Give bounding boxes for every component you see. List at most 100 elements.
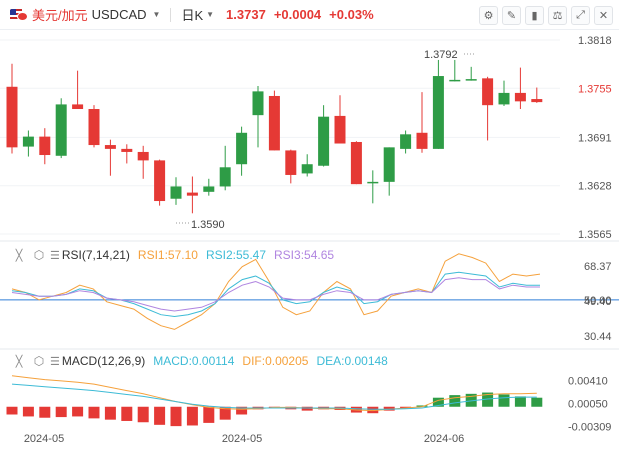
candle-body: [154, 160, 166, 202]
collapse-icon[interactable]: ╳: [12, 355, 26, 368]
candle-body: [416, 132, 428, 149]
low-annotation: 1.3590: [191, 219, 225, 231]
candle-body: [252, 91, 264, 116]
macd-bar: [72, 406, 84, 417]
candle-body: [482, 78, 494, 106]
candle-body: [367, 181, 379, 184]
high-annotation: 1.3792: [424, 49, 458, 61]
candle-body: [219, 167, 231, 187]
macd-bar: [55, 406, 67, 418]
settings-icon[interactable]: ⚙: [479, 6, 498, 25]
candle-body: [268, 95, 280, 151]
candle-body: [350, 141, 362, 185]
candle-body: [236, 132, 248, 165]
candle-body: [88, 109, 100, 146]
macd-bar: [203, 406, 215, 423]
candle-body: [39, 136, 51, 156]
settings-hex-icon[interactable]: ⬡: [32, 354, 46, 368]
chart-header: 美元/加元 USDCAD ▼ 日K ▼ 1.3737 +0.0004 +0.03…: [0, 0, 619, 30]
macd-bar: [449, 395, 461, 407]
candle-body: [186, 192, 198, 196]
candle-body: [55, 104, 67, 156]
price-axis-label: 1.3818: [578, 35, 612, 47]
candle-body: [121, 148, 133, 152]
current-price: 1.3737: [226, 7, 266, 22]
rsi-header: ╳ ⬡ ☰ RSI(7,14,21) RSI1:57.10 RSI2:55.47…: [0, 245, 334, 265]
fullscreen-icon[interactable]: ⤢: [571, 6, 590, 25]
macd-value: MACD:0.00114: [153, 354, 235, 368]
symbol-code[interactable]: USDCAD: [92, 7, 147, 22]
candle-body: [72, 104, 84, 110]
x-axis-label: 2024-05: [222, 433, 262, 445]
candle-body: [383, 147, 395, 182]
macd-bar: [121, 406, 133, 421]
price-axis-label: 1.3691: [578, 132, 612, 144]
macd-bar: [104, 406, 116, 420]
usd-cad-flag-icon: [10, 8, 28, 21]
price-change-percent: +0.03%: [329, 7, 374, 22]
rsi-axis-label: 30.44: [584, 331, 612, 343]
macd-bar: [301, 406, 313, 411]
candle-body: [465, 79, 477, 81]
price-candles: [6, 59, 543, 214]
macd-bar: [39, 406, 51, 418]
candle-body: [6, 86, 18, 148]
rsi1-value: RSI1:57.10: [137, 248, 198, 262]
rsi2-value: RSI2:55.47: [205, 248, 267, 262]
candle-body: [170, 186, 182, 199]
header-divider: [170, 7, 172, 22]
candle-body: [285, 150, 297, 175]
dif-value: DIF:0.00205: [242, 354, 309, 368]
macd-bar: [6, 406, 18, 415]
candle-body: [432, 76, 444, 149]
dea-value: DEA:0.00148: [316, 354, 388, 368]
symbol-cn-name[interactable]: 美元/加元: [32, 5, 88, 24]
candle-body: [400, 134, 412, 149]
candle-body: [318, 116, 330, 166]
indicator-list-icon[interactable]: ☰: [50, 355, 60, 368]
candle-body: [449, 79, 461, 82]
close-icon[interactable]: ✕: [594, 6, 613, 25]
macd-bar: [137, 406, 149, 423]
candle-body: [514, 92, 526, 102]
candle-body: [531, 99, 543, 103]
macd-axis-label: 0.00410: [568, 375, 608, 387]
x-axis-label: 2024-05: [24, 433, 64, 445]
candle-body: [22, 136, 34, 147]
indicator-list-icon[interactable]: ☰: [50, 249, 60, 262]
candle-type-icon[interactable]: ▮: [525, 6, 544, 25]
rsi-name: RSI(7,14,21): [61, 248, 130, 262]
indicator-icon[interactable]: ⚖: [548, 6, 567, 25]
candle-body: [203, 186, 215, 192]
period-selector[interactable]: 日K: [181, 5, 203, 24]
macd-name: MACD(12,26,9): [61, 354, 146, 368]
macd-axis-label: -0.00309: [568, 422, 611, 434]
rsi-axis-label: 68.37: [584, 261, 612, 273]
collapse-icon[interactable]: ╳: [12, 249, 26, 262]
macd-bar: [170, 406, 182, 427]
price-change: +0.0004: [273, 7, 322, 22]
chart-area[interactable]: 1.3818 1.3755 1.3691 1.3628 1.3565 1.3792 1.…: [0, 30, 619, 452]
period-dropdown-icon[interactable]: ▼: [206, 10, 214, 19]
price-axis-label: 1.3628: [578, 181, 612, 193]
macd-bar: [514, 396, 526, 407]
candle-body: [498, 92, 510, 105]
candle-body: [301, 164, 313, 174]
macd-bar: [186, 406, 198, 426]
rsi-lines: [11, 253, 541, 330]
rsi-axis-label: 49.40: [584, 296, 612, 308]
candle-body: [104, 145, 116, 149]
price-axis-label: 1.3755: [578, 83, 612, 95]
macd-bar: [531, 397, 543, 407]
macd-bar: [22, 406, 34, 417]
settings-hex-icon[interactable]: ⬡: [32, 248, 46, 262]
symbol-dropdown-icon[interactable]: ▼: [153, 10, 161, 19]
macd-axis-label: 0.00050: [568, 399, 608, 411]
candle-body: [334, 115, 346, 144]
candle-body: [137, 151, 149, 161]
x-axis-label: 2024-06: [424, 433, 464, 445]
macd-bar: [498, 394, 510, 407]
rsi3-value: RSI3:54.65: [274, 248, 335, 262]
draw-pen-icon[interactable]: ✎: [502, 6, 521, 25]
macd-bar: [88, 406, 100, 419]
